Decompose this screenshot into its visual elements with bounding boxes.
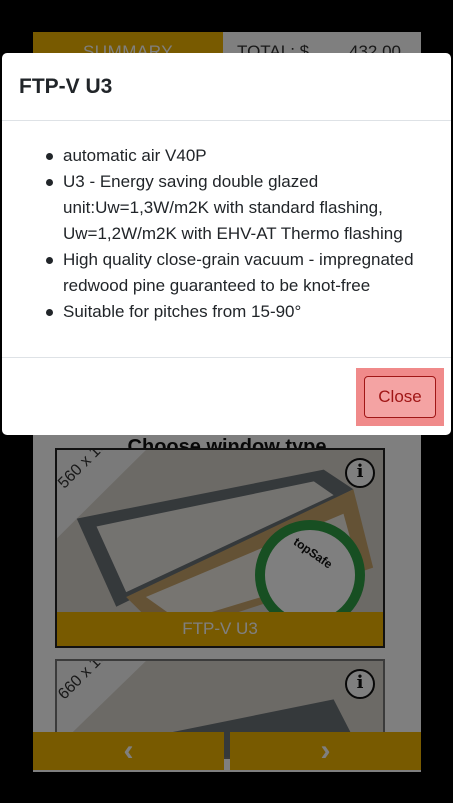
feature-item: U3 - Energy saving double glazed unit:Uw… — [19, 169, 434, 247]
modal-header: FTP-V U3 — [2, 53, 451, 121]
feature-list: automatic air V40P U3 - Energy saving do… — [19, 143, 434, 325]
modal-body: automatic air V40P U3 - Energy saving do… — [2, 121, 451, 358]
screen: SUMMARY TOTAL: $ 432.00 Choose window ty… — [0, 0, 453, 803]
feature-item: automatic air V40P — [19, 143, 434, 169]
feature-item: Suitable for pitches from 15-90° — [19, 299, 434, 325]
product-details-modal: FTP-V U3 automatic air V40P U3 - Energy … — [2, 53, 451, 435]
modal-footer: Close — [2, 358, 451, 434]
feature-item: High quality close-grain vacuum - impreg… — [19, 247, 434, 299]
close-button[interactable]: Close — [364, 376, 436, 418]
modal-title: FTP-V U3 — [19, 74, 113, 98]
